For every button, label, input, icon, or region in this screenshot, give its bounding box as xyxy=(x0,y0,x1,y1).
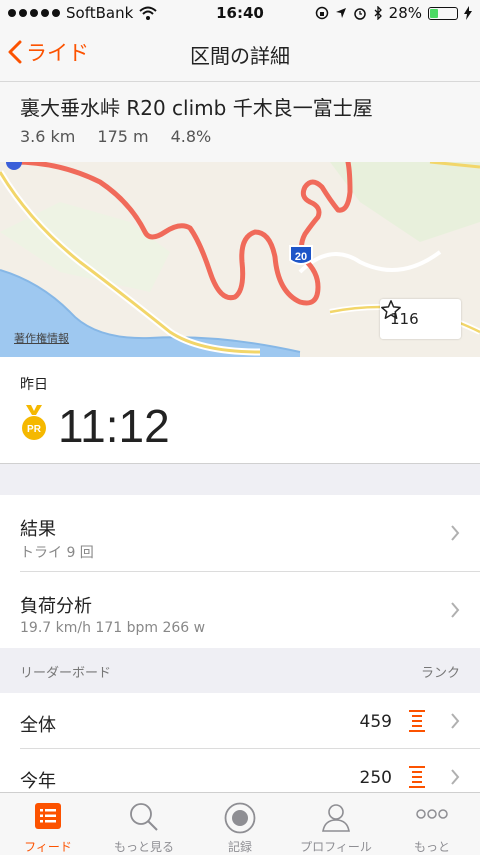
ranking-icon xyxy=(409,766,425,788)
alarm-icon xyxy=(353,8,366,20)
results-title: 結果 xyxy=(20,519,56,540)
segment-distance: 3.6 km xyxy=(20,127,76,146)
tab-record[interactable]: 記録 xyxy=(192,793,288,855)
leaderboard-name: 全体 xyxy=(20,715,56,736)
leaderboard-rank: 459 xyxy=(359,712,392,732)
page-title: 区間の詳細 xyxy=(190,44,290,68)
svg-text:PR: PR xyxy=(27,424,42,435)
segment-stats: 3.6 km 175 m 4.8% xyxy=(20,127,460,146)
profile-icon xyxy=(322,804,350,832)
pr-medal-icon: PR xyxy=(20,405,48,447)
analysis-title: 負荷分析 xyxy=(20,596,92,617)
charging-icon xyxy=(464,6,472,20)
map-copyright-link[interactable]: 著作権情報 xyxy=(14,330,69,346)
battery-percent: 28% xyxy=(388,4,422,22)
analysis-row[interactable]: 負荷分析 19.7 km/h 171 bpm 266 w xyxy=(0,572,480,648)
status-right: 28% xyxy=(315,4,472,22)
star-button[interactable]: 116 xyxy=(380,299,461,339)
tab-label: プロフィール xyxy=(300,840,372,854)
analysis-sub: 19.7 km/h 171 bpm 266 w xyxy=(20,620,206,636)
ranking-icon xyxy=(409,710,425,732)
leaderboard-label: リーダーボード xyxy=(20,666,112,681)
results-sub: トライ 9 回 xyxy=(20,545,94,561)
star-icon xyxy=(381,300,401,319)
tab-feed[interactable]: フィード xyxy=(0,793,96,855)
rank-label: ランク xyxy=(420,666,460,681)
tab-label: フィード xyxy=(24,840,72,854)
chevron-right-icon xyxy=(451,602,460,618)
segment-header: 裏大垂水峠 R20 climb 千木良一富士屋 3.6 km 175 m 4.8… xyxy=(0,82,480,162)
effort-result: 昨日 PR 11:12 xyxy=(0,357,480,464)
search-icon xyxy=(130,803,158,831)
chevron-right-icon xyxy=(451,525,460,541)
segment-name: 裏大垂水峠 R20 climb 千木良一富士屋 xyxy=(20,96,373,120)
effort-date: 昨日 xyxy=(20,377,48,393)
tab-bar: フィード もっと見る 記録 プロフィール もっと xyxy=(0,792,480,855)
nav-bar: ライド 区間の詳細 xyxy=(0,26,480,82)
more-icon xyxy=(416,809,448,819)
segment-elevation: 175 m xyxy=(97,127,149,146)
svg-text:20: 20 xyxy=(295,251,307,263)
bluetooth-icon xyxy=(374,6,382,20)
leaderboard-name: 今年 xyxy=(20,771,56,792)
location-icon xyxy=(335,8,346,18)
route-shield-label: 20 xyxy=(295,251,307,263)
tab-label: 記録 xyxy=(227,840,252,854)
results-row[interactable]: 結果 トライ 9 回 xyxy=(0,495,480,572)
status-bar: SoftBank 16:40 28% xyxy=(0,0,480,26)
battery-icon xyxy=(428,6,458,20)
tab-explore[interactable]: もっと見る xyxy=(96,793,192,855)
tab-profile[interactable]: プロフィール xyxy=(288,793,384,855)
segment-grade: 4.8% xyxy=(170,127,212,146)
tab-more[interactable]: もっと xyxy=(384,793,480,855)
chevron-right-icon xyxy=(451,713,460,729)
record-icon xyxy=(224,802,256,834)
chevron-right-icon xyxy=(451,769,460,785)
effort-time: 11:12 xyxy=(58,400,170,452)
leaderboard-row-this-year[interactable]: 今年 250 xyxy=(0,749,480,792)
tab-label: もっと xyxy=(413,840,450,854)
rotation-lock-icon xyxy=(315,6,328,20)
feed-icon xyxy=(35,803,61,829)
leaderboard-rank: 250 xyxy=(359,768,392,788)
leaderboard-row-overall[interactable]: 全体 459 xyxy=(0,693,480,749)
segment-map[interactable]: 20 著作権情報 116 xyxy=(0,162,480,357)
leaderboard-header: リーダーボード ランク xyxy=(0,648,480,693)
tab-label: もっと見る xyxy=(113,840,174,854)
